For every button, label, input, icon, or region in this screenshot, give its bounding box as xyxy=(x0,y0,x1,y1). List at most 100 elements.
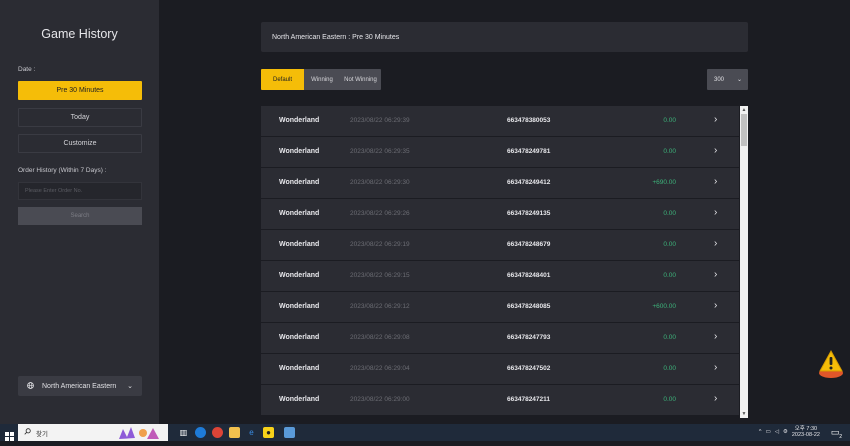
taskbar-clock[interactable]: 오후 7:30 2023-08-22 xyxy=(792,426,820,438)
today-button[interactable]: Today xyxy=(18,108,142,127)
game-time: 2023/08/22 06:29:39 xyxy=(350,117,410,124)
windows-start-icon[interactable] xyxy=(5,428,14,441)
order-number: 663478248401 xyxy=(507,272,551,279)
game-time: 2023/08/22 06:29:04 xyxy=(350,365,410,372)
game-time: 2023/08/22 06:29:08 xyxy=(350,334,410,341)
chevron-down-icon: ⌄ xyxy=(127,383,133,390)
history-row[interactable]: Wonderland 2023/08/22 06:29:39 663478380… xyxy=(261,106,739,136)
file-explorer-icon[interactable] xyxy=(229,427,240,438)
chevron-right-icon[interactable]: › xyxy=(714,238,717,249)
scroll-down-icon[interactable]: ▼ xyxy=(741,411,747,417)
order-number: 663478247793 xyxy=(507,334,551,341)
win-amount: 0.00 xyxy=(663,210,676,217)
history-row[interactable]: Wonderland 2023/08/22 06:29:04 663478247… xyxy=(261,354,739,384)
date-label: Date : xyxy=(18,66,36,73)
volume-icon[interactable]: ◁ xyxy=(775,429,779,435)
region-selector[interactable]: North American Eastern ⌄ xyxy=(18,376,142,396)
taskbar-search-placeholder: 찾기 xyxy=(36,430,48,438)
win-amount: +600.00 xyxy=(652,303,676,310)
game-name: Wonderland xyxy=(279,334,320,341)
history-row[interactable]: Wonderland 2023/08/22 06:29:19 663478248… xyxy=(261,230,739,260)
order-history-label: Order History (Within 7 Days) : xyxy=(18,167,107,174)
chevron-right-icon[interactable]: › xyxy=(714,114,717,125)
win-amount: +690.00 xyxy=(652,179,676,186)
game-name: Wonderland xyxy=(279,117,320,124)
filter-default-tab[interactable]: Default xyxy=(261,69,304,90)
chrome-browser-icon[interactable] xyxy=(212,427,223,438)
chevron-right-icon[interactable]: › xyxy=(714,145,717,156)
game-time: 2023/08/22 06:29:35 xyxy=(350,148,410,155)
chevron-up-icon[interactable]: ^ xyxy=(759,429,762,435)
customize-button[interactable]: Customize xyxy=(18,134,142,153)
win-amount: 0.00 xyxy=(663,241,676,248)
game-name: Wonderland xyxy=(279,148,320,155)
region-label: North American Eastern xyxy=(42,382,117,390)
game-time: 2023/08/22 06:29:00 xyxy=(350,396,410,403)
win-amount: 0.00 xyxy=(663,334,676,341)
game-name: Wonderland xyxy=(279,396,320,403)
scroll-up-icon[interactable]: ▲ xyxy=(741,107,747,113)
history-row[interactable]: Wonderland 2023/08/22 06:29:30 663478249… xyxy=(261,168,739,198)
order-number: 663478247502 xyxy=(507,365,551,372)
scroll-thumb[interactable] xyxy=(741,114,747,146)
history-row[interactable]: Wonderland 2023/08/22 06:29:15 663478248… xyxy=(261,261,739,291)
win-amount: 0.00 xyxy=(663,148,676,155)
chevron-right-icon[interactable]: › xyxy=(714,269,717,280)
chevron-right-icon[interactable]: › xyxy=(714,393,717,404)
chevron-right-icon[interactable]: › xyxy=(714,331,717,342)
internet-explorer-icon[interactable]: e xyxy=(246,427,257,438)
chevron-right-icon[interactable]: › xyxy=(714,207,717,218)
page-size-select[interactable]: 300 ⌄ xyxy=(707,69,748,90)
filter-not-winning-tab[interactable]: Not Winning xyxy=(340,69,381,90)
warning-icon[interactable] xyxy=(817,349,845,379)
game-name: Wonderland xyxy=(279,241,320,248)
notification-icon[interactable]: ▭2 xyxy=(831,427,842,440)
history-row[interactable]: Wonderland 2023/08/22 06:29:12 663478248… xyxy=(261,292,739,322)
task-view-icon[interactable]: ▥ xyxy=(178,427,189,438)
order-number: 663478249135 xyxy=(507,210,551,217)
settings-icon[interactable]: ⚙ xyxy=(783,429,788,435)
edge-browser-icon[interactable] xyxy=(195,427,206,438)
clock-date: 2023-08-22 xyxy=(791,432,820,438)
pre-30-minutes-button[interactable]: Pre 30 Minutes xyxy=(18,81,142,100)
search-highlight-illustration xyxy=(117,425,167,440)
game-name: Wonderland xyxy=(279,303,320,310)
page-size-value: 300 xyxy=(714,76,725,83)
sidebar-title: Game History xyxy=(41,27,118,41)
game-history-list: Wonderland 2023/08/22 06:29:39 663478380… xyxy=(261,106,739,418)
history-row[interactable]: Wonderland 2023/08/22 06:29:35 663478249… xyxy=(261,137,739,167)
history-row[interactable]: Wonderland 2023/08/22 06:29:26 663478249… xyxy=(261,199,739,229)
sidebar: Game History Date : Pre 30 Minutes Today… xyxy=(0,0,159,424)
page-title: North American Eastern : Pre 30 Minutes xyxy=(272,33,400,41)
order-number: 663478248679 xyxy=(507,241,551,248)
chevron-down-icon: ⌄ xyxy=(736,77,742,83)
game-name: Wonderland xyxy=(279,179,320,186)
game-time: 2023/08/22 06:29:19 xyxy=(350,241,410,248)
chevron-right-icon[interactable]: › xyxy=(714,362,717,373)
search-icon xyxy=(24,428,31,437)
order-number: 663478380053 xyxy=(507,117,551,124)
win-amount: 0.00 xyxy=(663,272,676,279)
kakaotalk-icon[interactable]: ● xyxy=(263,427,274,438)
network-icon[interactable]: ▭ xyxy=(765,429,770,435)
chevron-right-icon[interactable]: › xyxy=(714,300,717,311)
app-icon[interactable] xyxy=(284,427,295,438)
history-row[interactable]: Wonderland 2023/08/22 06:29:08 663478247… xyxy=(261,323,739,353)
game-time: 2023/08/22 06:29:30 xyxy=(350,179,410,186)
game-name: Wonderland xyxy=(279,210,320,217)
filter-winning-tab[interactable]: Winning xyxy=(304,69,340,90)
os-taskbar: 찾기 ▥ e ● ^ ▭ ◁ ⚙ 오후 7:30 2023-08-22 ▭2 xyxy=(0,424,850,441)
search-button[interactable]: Search xyxy=(18,207,142,225)
order-number: 663478249412 xyxy=(507,179,551,186)
chevron-right-icon[interactable]: › xyxy=(714,176,717,187)
order-number-input[interactable] xyxy=(18,182,142,200)
win-amount: 0.00 xyxy=(663,396,676,403)
page-header: North American Eastern : Pre 30 Minutes xyxy=(261,22,748,52)
game-time: 2023/08/22 06:29:15 xyxy=(350,272,410,279)
list-scrollbar[interactable]: ▲ ▼ xyxy=(740,106,748,418)
notification-count: 2 xyxy=(839,433,842,440)
history-row[interactable]: Wonderland 2023/08/22 06:29:00 663478247… xyxy=(261,385,739,415)
win-amount: 0.00 xyxy=(663,117,676,124)
game-time: 2023/08/22 06:29:26 xyxy=(350,210,410,217)
game-name: Wonderland xyxy=(279,365,320,372)
